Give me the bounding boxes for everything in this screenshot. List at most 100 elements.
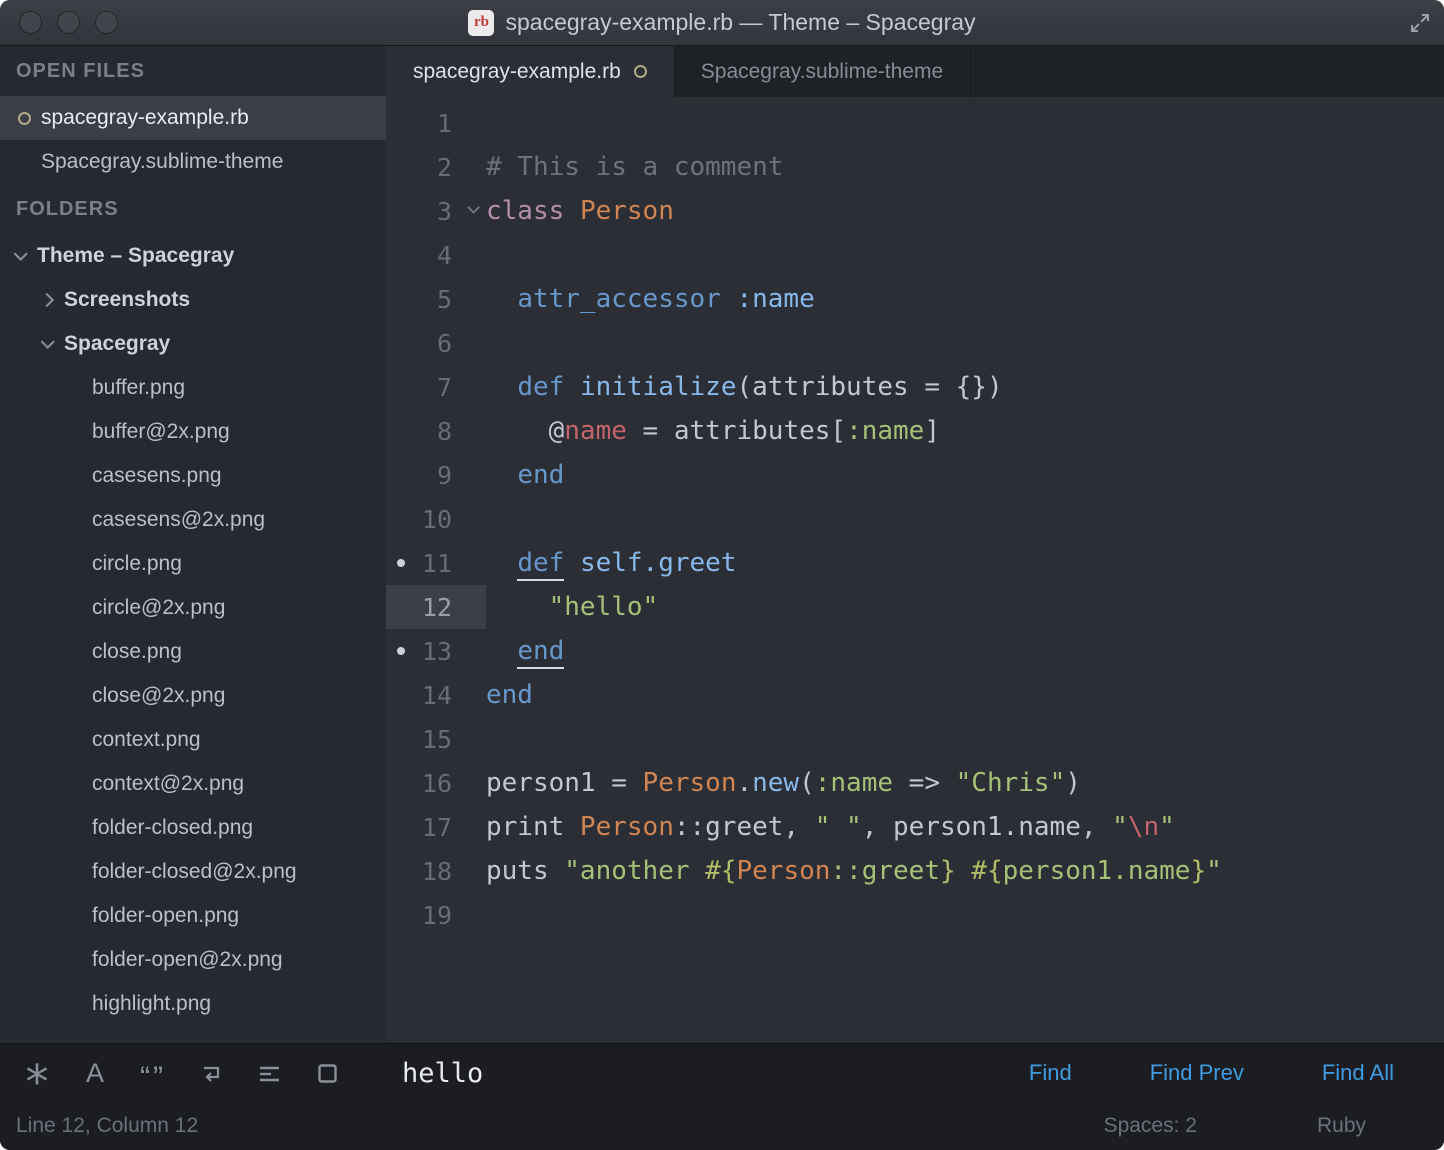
- gutter-cell[interactable]: 15: [386, 717, 486, 761]
- tree-file-item[interactable]: casesens@2x.png: [0, 498, 386, 542]
- sublime-text-window: rb spacegray-example.rb — Theme – Spaceg…: [0, 0, 1444, 1150]
- case-sensitive-icon[interactable]: A: [66, 1044, 124, 1102]
- code-token: ": [1159, 812, 1175, 842]
- tree-file-item[interactable]: casesens.png: [0, 454, 386, 498]
- chevron-right-icon[interactable]: [40, 293, 54, 307]
- open-file-item[interactable]: spacegray-example.rb: [0, 96, 386, 140]
- code-token: puts: [486, 856, 564, 886]
- tree-file-item[interactable]: close.png: [0, 630, 386, 674]
- tree-item-label: casesens.png: [92, 464, 222, 488]
- chevron-down-icon[interactable]: [41, 335, 55, 349]
- status-bar: Line 12, Column 12 Spaces: 2 Ruby: [0, 1102, 1444, 1150]
- code-line-row: 4: [386, 233, 1444, 277]
- open-file-label: spacegray-example.rb: [41, 106, 249, 130]
- gutter-cell[interactable]: 2: [386, 145, 486, 189]
- tree-file-item[interactable]: folder-open.png: [0, 894, 386, 938]
- tree-file-item[interactable]: folder-closed.png: [0, 806, 386, 850]
- tree-item-label: folder-open.png: [92, 904, 239, 928]
- gutter-cell[interactable]: 1: [386, 101, 486, 145]
- gutter-cell[interactable]: 7: [386, 365, 486, 409]
- gutter-cell[interactable]: 11: [386, 541, 486, 585]
- syntax-name[interactable]: Ruby: [1317, 1114, 1366, 1138]
- gutter-cell[interactable]: 19: [386, 893, 486, 937]
- line-number: 1: [437, 109, 452, 138]
- code-line-row: 18puts "another #{Person::greet} #{perso…: [386, 849, 1444, 893]
- find-button[interactable]: Find: [1029, 1060, 1072, 1086]
- tree-file-item[interactable]: circle@2x.png: [0, 586, 386, 630]
- fold-arrow-icon[interactable]: [467, 201, 480, 214]
- gutter-cell[interactable]: 4: [386, 233, 486, 277]
- titlebar[interactable]: rb spacegray-example.rb — Theme – Spaceg…: [0, 0, 1444, 46]
- chevron-down-icon[interactable]: [14, 247, 28, 261]
- tree-file-item[interactable]: context.png: [0, 718, 386, 762]
- code-line: class Person: [486, 189, 674, 233]
- regex-icon[interactable]: *: [8, 1044, 66, 1102]
- folders-header: FOLDERS: [0, 184, 386, 234]
- tree-folder-item[interactable]: Theme – Spacegray: [0, 234, 386, 278]
- code-token: [486, 372, 517, 402]
- editor-tab[interactable]: Spacegray.sublime-theme: [674, 46, 971, 97]
- code-token: :name: [815, 768, 893, 798]
- find-input[interactable]: [356, 1058, 1029, 1089]
- gutter-cell[interactable]: 8: [386, 409, 486, 453]
- minimize-button[interactable]: [57, 11, 80, 34]
- tree-folder-item[interactable]: Spacegray: [0, 322, 386, 366]
- indent-setting[interactable]: Spaces: 2: [1104, 1114, 1197, 1138]
- gutter-cell[interactable]: 12: [386, 585, 486, 629]
- whole-word-icon[interactable]: “”: [124, 1044, 182, 1102]
- tree-file-item[interactable]: close@2x.png: [0, 674, 386, 718]
- code-token: [486, 592, 549, 622]
- find-options: *A“”: [0, 1044, 356, 1102]
- ruby-file-icon: rb: [468, 10, 494, 36]
- editor-tab[interactable]: spacegray-example.rb: [386, 46, 674, 97]
- code-token: ::greet,: [674, 812, 815, 842]
- code-token: [721, 284, 737, 314]
- find-all-button[interactable]: Find All: [1322, 1060, 1394, 1086]
- tree-folder-item[interactable]: Screenshots: [0, 278, 386, 322]
- gutter-cell[interactable]: 10: [386, 497, 486, 541]
- code-line-row: 13 end: [386, 629, 1444, 673]
- tab-bar: spacegray-example.rb Spacegray.sublime-th…: [386, 46, 1444, 97]
- code-token: Person: [580, 196, 674, 226]
- tab-label: Spacegray.sublime-theme: [701, 60, 943, 84]
- editor[interactable]: 12# This is a comment3class Person45 att…: [386, 97, 1444, 1043]
- gutter-cell[interactable]: 9: [386, 453, 486, 497]
- tree-item-label: Screenshots: [64, 288, 190, 312]
- code-line: attr_accessor :name: [486, 277, 815, 321]
- code-token: person1 =: [486, 768, 643, 798]
- window-title-wrap: rb spacegray-example.rb — Theme – Spaceg…: [0, 0, 1444, 45]
- gutter-cell[interactable]: 6: [386, 321, 486, 365]
- fullscreen-icon[interactable]: [1408, 11, 1432, 35]
- code-line-row: 8 @name = attributes[:name]: [386, 409, 1444, 453]
- highlight-matches-icon[interactable]: [298, 1044, 356, 1102]
- wrap-icon[interactable]: [182, 1044, 240, 1102]
- close-button[interactable]: [19, 11, 42, 34]
- gutter-cell[interactable]: 17: [386, 805, 486, 849]
- gutter-cell[interactable]: 13: [386, 629, 486, 673]
- gutter-cell[interactable]: 18: [386, 849, 486, 893]
- gutter-cell[interactable]: 16: [386, 761, 486, 805]
- gutter-cell[interactable]: 14: [386, 673, 486, 717]
- tree-file-item[interactable]: folder-open@2x.png: [0, 938, 386, 982]
- zoom-button[interactable]: [95, 11, 118, 34]
- gutter-cell[interactable]: 3: [386, 189, 486, 233]
- open-file-item[interactable]: Spacegray.sublime-theme: [0, 140, 386, 184]
- tree-file-item[interactable]: buffer.png: [0, 366, 386, 410]
- find-prev-button[interactable]: Find Prev: [1150, 1060, 1244, 1086]
- code-line-row: 3class Person: [386, 189, 1444, 233]
- code-line: person1 = Person.new(:name => "Chris"): [486, 761, 1081, 805]
- in-selection-icon[interactable]: [240, 1044, 298, 1102]
- code-token: "hello": [549, 592, 659, 622]
- code-token: ": [1206, 856, 1222, 886]
- tabs: spacegray-example.rb Spacegray.sublime-th…: [386, 46, 971, 97]
- tree-file-item[interactable]: highlight.png: [0, 982, 386, 1026]
- code-line-row: 19: [386, 893, 1444, 937]
- tree-file-item[interactable]: buffer@2x.png: [0, 410, 386, 454]
- code-token: "another: [564, 856, 705, 886]
- tree-file-item[interactable]: context@2x.png: [0, 762, 386, 806]
- tree-item-label: context.png: [92, 728, 201, 752]
- gutter-cell[interactable]: 5: [386, 277, 486, 321]
- tree-file-item[interactable]: folder-closed@2x.png: [0, 850, 386, 894]
- code-token: self.greet: [580, 548, 737, 578]
- tree-file-item[interactable]: circle.png: [0, 542, 386, 586]
